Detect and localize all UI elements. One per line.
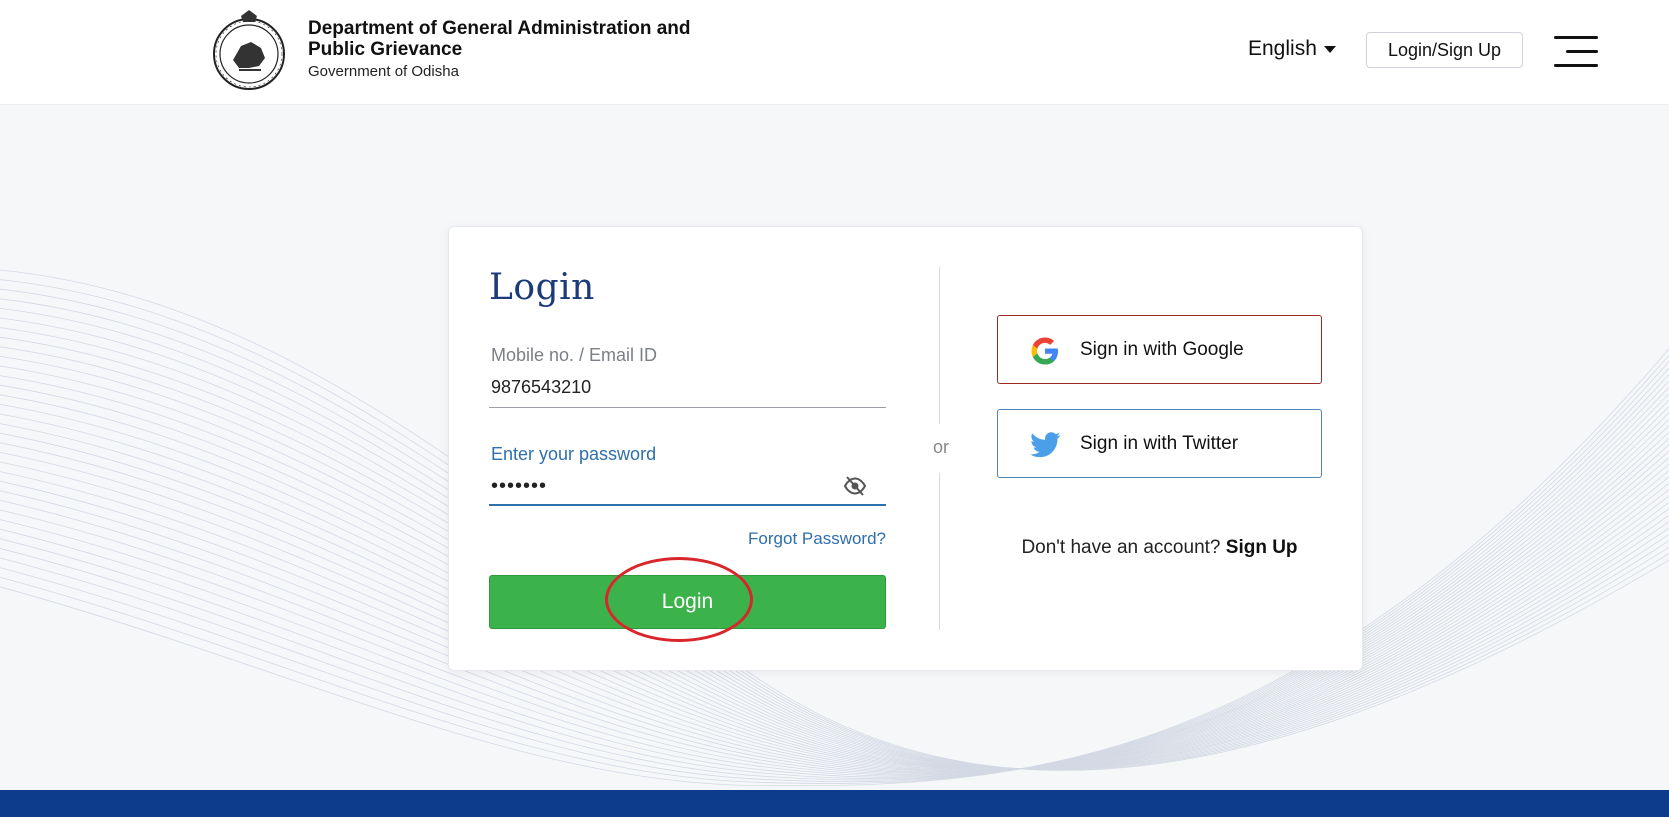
password-input[interactable]: •••••••: [491, 475, 547, 498]
password-label: Enter your password: [491, 444, 657, 464]
password-field-underline: [489, 504, 886, 506]
divider-line-bottom: [939, 473, 940, 630]
odisha-emblem-icon[interactable]: [211, 8, 287, 94]
mobile-email-input[interactable]: 9876543210: [491, 377, 591, 398]
login-title: Login: [489, 267, 595, 308]
caret-down-icon: [1323, 45, 1336, 53]
header-login-signup-button[interactable]: Login/Sign Up: [1366, 32, 1523, 68]
or-separator: or: [932, 437, 949, 457]
signup-prompt: Don't have an account? Sign Up: [997, 537, 1322, 559]
twitter-signin-label: Sign in with Twitter: [1080, 432, 1239, 454]
signup-link[interactable]: Sign Up: [1226, 537, 1298, 558]
login-card: Login Mobile no. / Email ID 9876543210 E…: [448, 226, 1363, 671]
google-icon: [1031, 337, 1058, 365]
twitter-bird-icon: [1030, 432, 1061, 458]
eye-off-icon[interactable]: [843, 474, 867, 498]
footer-bar: [0, 790, 1669, 817]
signup-prompt-text: Don't have an account?: [1021, 537, 1221, 558]
twitter-signin-button[interactable]: Sign in with Twitter: [997, 409, 1322, 478]
google-signin-label: Sign in with Google: [1080, 338, 1244, 360]
divider-line-top: [939, 267, 940, 424]
hamburger-menu-icon[interactable]: [1554, 36, 1598, 68]
mobile-email-label: Mobile no. / Email ID: [491, 345, 658, 365]
language-label: English: [1248, 37, 1317, 60]
mobile-field-underline: [489, 407, 886, 408]
forgot-password-link[interactable]: Forgot Password?: [743, 529, 886, 549]
language-selector[interactable]: English: [1248, 37, 1336, 61]
site-header: Department of General Administration and…: [0, 0, 1669, 105]
department-title: Department of General Administration and…: [308, 18, 691, 60]
google-signin-button[interactable]: Sign in with Google: [997, 315, 1322, 384]
department-subtitle: Government of Odisha: [308, 63, 459, 80]
login-button[interactable]: Login: [489, 575, 886, 629]
